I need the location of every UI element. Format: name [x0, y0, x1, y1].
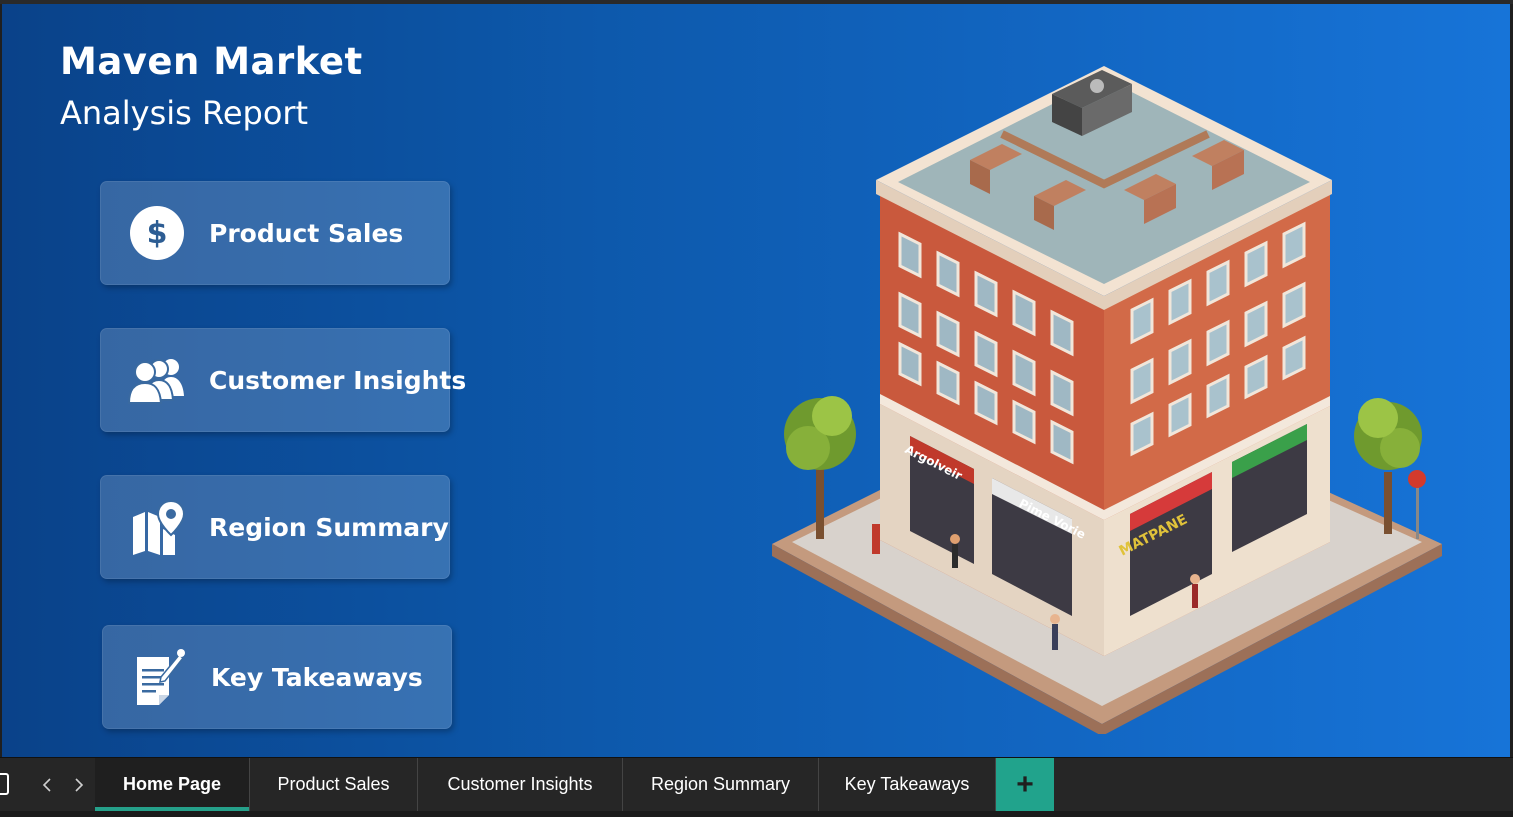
tab-key-takeaways[interactable]: Key Takeaways: [819, 758, 996, 811]
region-summary-label: Region Summary: [209, 512, 449, 542]
page-view-icon[interactable]: [0, 772, 12, 798]
key-takeaways-label: Key Takeaways: [211, 662, 423, 692]
building-illustration: Argolveir Pime Vorie MATPANE: [772, 66, 1442, 734]
scroll-left-icon[interactable]: [42, 777, 52, 792]
svg-text:$: $: [147, 216, 168, 251]
tab-bar-footer: [0, 811, 1513, 817]
tab-customer-insights[interactable]: Customer Insights: [418, 758, 623, 811]
product-sales-button[interactable]: $ Product Sales: [100, 181, 450, 285]
page-tab-bar: Home Page Product Sales Customer Insight…: [0, 757, 1513, 817]
product-sales-label: Product Sales: [209, 218, 404, 248]
region-summary-button[interactable]: Region Summary: [100, 475, 450, 579]
customer-insights-button[interactable]: Customer Insights: [100, 328, 466, 432]
tab-product-sales[interactable]: Product Sales: [250, 758, 418, 811]
tab-home-page[interactable]: Home Page: [95, 758, 250, 811]
page-title: Maven Market: [60, 40, 363, 83]
add-page-button[interactable]: +: [996, 758, 1054, 811]
page-subtitle: Analysis Report: [60, 94, 309, 132]
map-pin-icon: [127, 497, 187, 557]
users-group-icon: [127, 350, 187, 410]
report-window: Maven Market Analysis Report $ Product S…: [0, 0, 1513, 817]
report-canvas: Maven Market Analysis Report $ Product S…: [2, 4, 1510, 757]
dollar-circle-icon: $: [127, 203, 187, 263]
tab-bar-controls: [0, 758, 84, 811]
scroll-right-icon[interactable]: [74, 777, 84, 792]
key-takeaways-button[interactable]: Key Takeaways: [102, 625, 452, 729]
document-icon: [129, 647, 189, 707]
tab-region-summary[interactable]: Region Summary: [623, 758, 819, 811]
customer-insights-label: Customer Insights: [209, 365, 467, 395]
